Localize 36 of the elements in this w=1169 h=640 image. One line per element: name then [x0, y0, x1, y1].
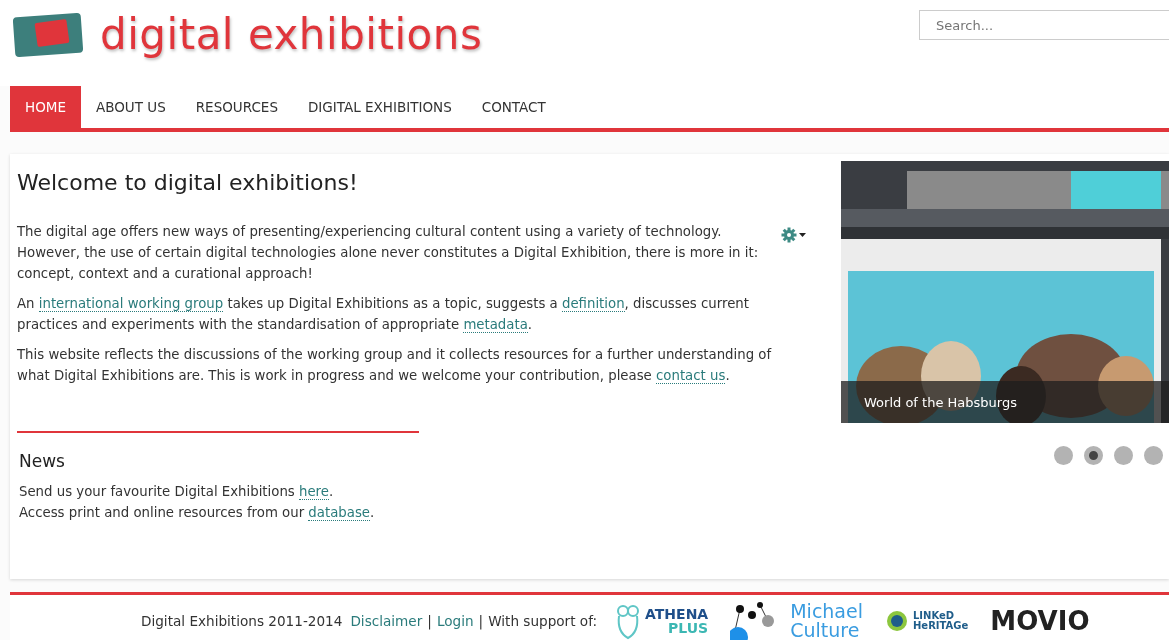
partner-logo[interactable]: MOVIO	[990, 608, 1090, 634]
slide-caption: World of the Habsburgs	[841, 381, 1169, 423]
footer-link[interactable]: Disclaimer	[350, 613, 423, 629]
separator: |	[427, 613, 432, 629]
slider-dot[interactable]	[1084, 446, 1103, 465]
search-field[interactable]: Search...	[919, 10, 1169, 40]
support-label: With support of:	[488, 613, 598, 629]
link[interactable]: database	[308, 505, 370, 521]
news-heading: News	[19, 451, 66, 471]
copyright-text: Digital Exhibitions 2011-2014	[141, 613, 343, 629]
nav-tab[interactable]: CONTACT	[466, 86, 561, 128]
link[interactable]: international working group	[38, 296, 224, 312]
news-line: Access print and online resources from our database.	[19, 504, 376, 523]
partner-logo[interactable]: Michael Culture	[730, 601, 863, 640]
settings-button[interactable]	[781, 227, 807, 243]
paragraph: This website reflects the discussions of the working group and it collects resources for a further understanding of what Digital Exhibitions are. This is work in progress and we welcome your contribution, please contact us.	[17, 346, 773, 386]
link[interactable]: definition	[562, 296, 625, 312]
nav-tab[interactable]: RESOURCES	[180, 86, 293, 128]
nav-tab[interactable]: HOME	[10, 86, 81, 128]
link[interactable]: metadata	[463, 317, 528, 333]
slider-dot[interactable]	[1144, 446, 1163, 465]
footer-link[interactable]: Login	[436, 613, 474, 629]
separator: |	[478, 613, 484, 629]
paragraph: The digital age offers new ways of presenting/experiencing cultural content using a variety of technology. However, the use of certain digital technologies alone never constitutes a Digital Exhibition, there is more in it: concept, context and a curational approach!	[17, 223, 760, 283]
site-logo[interactable]: digital exhibitions	[100, 10, 483, 59]
news-line: Send us your favourite Digital Exhibitions here.	[19, 483, 335, 502]
partner-logo[interactable]: ATHENA PLUS	[615, 602, 709, 640]
nav-tab[interactable]: DIGITAL EXHIBITIONS	[292, 86, 467, 128]
slider-dot[interactable]	[1114, 446, 1133, 465]
partner-logo[interactable]: LINKeD HeRITAGe	[885, 609, 969, 633]
paragraph: An international working group takes up Digital Exhibitions as a topic, suggests a definition, discusses current practices and experiments with the standardisation of appropriate metadata.	[17, 295, 750, 335]
nav-tab[interactable]: ABOUT US	[80, 86, 181, 128]
link[interactable]: here	[298, 484, 329, 500]
page-title: Welcome to digital exhibitions!	[17, 170, 359, 195]
slider-dot[interactable]	[1054, 446, 1073, 465]
link[interactable]: contact us	[656, 368, 726, 384]
